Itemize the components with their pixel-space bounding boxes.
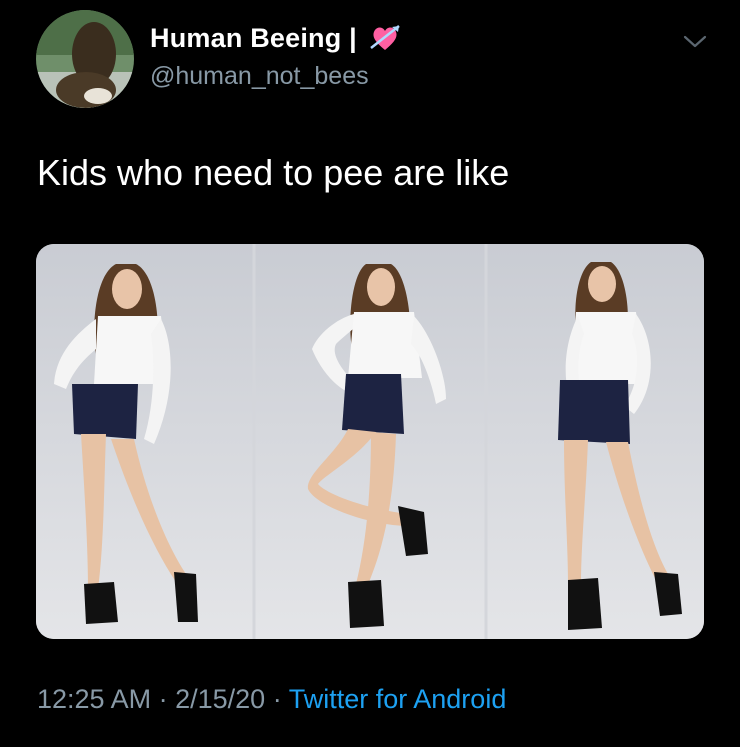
tweet-meta: 12:25 AM · 2/15/20 · Twitter for Android bbox=[37, 684, 506, 715]
tweet-time[interactable]: 12:25 AM bbox=[37, 684, 151, 714]
meta-separator: · bbox=[272, 684, 282, 714]
display-name[interactable]: Human Beeing | bbox=[150, 23, 357, 54]
tweet-date[interactable]: 2/15/20 bbox=[175, 684, 265, 714]
author-name-row[interactable]: Human Beeing | bbox=[150, 22, 401, 54]
tweet-photo[interactable] bbox=[36, 244, 704, 639]
tweet-text: Kids who need to pee are like bbox=[37, 152, 510, 193]
tweet-source-link[interactable]: Twitter for Android bbox=[289, 684, 507, 714]
meta-separator: · bbox=[158, 684, 168, 714]
handle[interactable]: @human_not_bees bbox=[150, 62, 369, 91]
photo-three-poses bbox=[36, 244, 704, 639]
chevron-down-icon[interactable] bbox=[682, 34, 708, 50]
avatar[interactable] bbox=[36, 10, 134, 108]
avatar-image bbox=[36, 10, 134, 108]
heart-with-arrow-icon bbox=[370, 25, 400, 50]
